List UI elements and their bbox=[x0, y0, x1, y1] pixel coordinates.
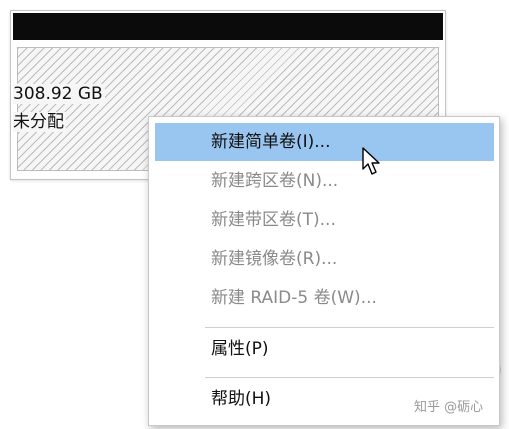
menu-separator bbox=[205, 327, 494, 328]
menu-item-new-raid5-volume: 新建 RAID-5 卷(W)... bbox=[211, 288, 377, 308]
context-menu: 新建简单卷(I)... 新建跨区卷(N)... 新建带区卷(T)... 新建镜像… bbox=[148, 116, 500, 426]
menu-separator bbox=[205, 377, 494, 378]
menu-item-new-spanned-volume: 新建跨区卷(N)... bbox=[211, 171, 339, 191]
menu-item-new-striped-volume: 新建带区卷(T)... bbox=[211, 210, 336, 230]
menu-item-new-mirrored-volume: 新建镜像卷(R)... bbox=[211, 249, 338, 269]
partition-header-bar bbox=[13, 13, 443, 40]
arrow-cursor-icon bbox=[362, 147, 380, 175]
menu-item-properties[interactable]: 属性(P) bbox=[155, 330, 494, 368]
menu-item-new-simple-volume[interactable]: 新建简单卷(I)... bbox=[155, 123, 494, 161]
partition-size-label: 308.92 GB bbox=[13, 84, 105, 104]
partition-status-label: 未分配 bbox=[13, 112, 66, 132]
watermark-text: 知乎 @砺心 bbox=[414, 400, 484, 415]
